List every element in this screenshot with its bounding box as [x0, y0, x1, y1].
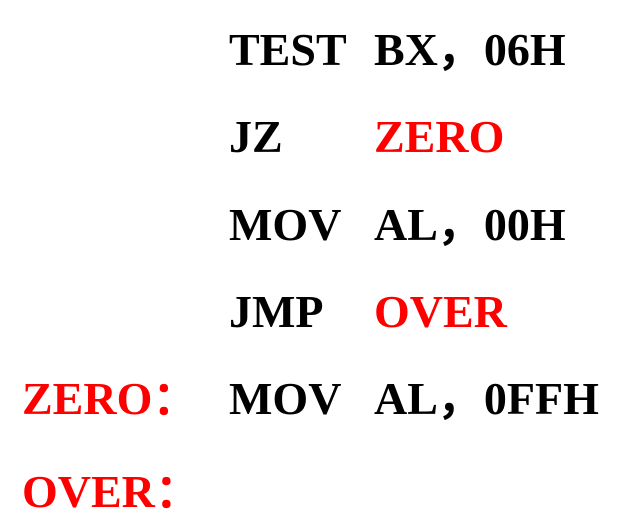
instruction-mnemonic: JMP: [229, 286, 324, 337]
instruction-mnemonic: MOV: [229, 199, 342, 250]
over-label: OVER：: [22, 466, 201, 517]
code-line-zero-label: ZERO： MOV AL，0FFH: [0, 376, 628, 436]
zero-label: ZERO：: [22, 373, 199, 424]
code-line-jmp: JMP OVER: [0, 289, 628, 349]
instruction-mnemonic: TEST: [229, 24, 347, 75]
code-line-jz: JZ ZERO: [0, 114, 628, 174]
jump-target-operand: OVER: [374, 286, 507, 337]
instruction-mnemonic: MOV: [229, 373, 342, 424]
instruction-operand: AL，00H: [374, 199, 566, 250]
jump-target-operand: ZERO: [374, 111, 505, 162]
instruction-mnemonic: JZ: [229, 111, 283, 162]
assembly-code-block: TEST BX，06H JZ ZERO MOV AL，00H JMP OVER …: [0, 0, 628, 529]
code-line-test: TEST BX，06H: [0, 27, 628, 87]
code-line-mov-00h: MOV AL，00H: [0, 202, 628, 262]
code-line-over-label: OVER：: [0, 469, 628, 529]
instruction-operand: AL，0FFH: [374, 373, 599, 424]
instruction-operand: BX，06H: [374, 24, 566, 75]
